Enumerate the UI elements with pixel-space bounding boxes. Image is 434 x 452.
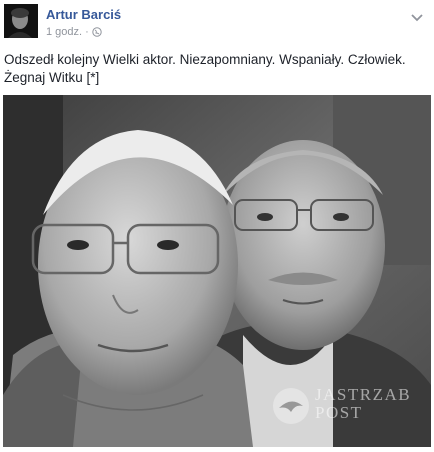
- watermark-logo-icon: [273, 388, 309, 424]
- globe-icon: [92, 27, 102, 37]
- post-header: Artur Barciś 1 godz. ·: [4, 4, 430, 42]
- watermark-line: POST: [315, 403, 363, 422]
- avatar[interactable]: [4, 4, 38, 38]
- watermark-line: JASTRZAB: [315, 385, 412, 404]
- meta-separator: ·: [85, 26, 89, 38]
- post-message-line: Żegnaj Witku [*]: [4, 70, 100, 85]
- post-meta: 1 godz. ·: [46, 26, 102, 38]
- watermark: JASTRZAB POST: [271, 384, 421, 434]
- timestamp-link[interactable]: 1 godz.: [46, 26, 82, 38]
- post-photo[interactable]: JASTRZAB POST: [3, 95, 431, 447]
- post-message: Odszedł kolejny Wielki aktor. Niezapomni…: [4, 51, 424, 87]
- chevron-down-icon[interactable]: [410, 10, 424, 22]
- facebook-post: Artur Barciś 1 godz. · Odszedł kolejny W…: [0, 0, 434, 452]
- post-message-line: Odszedł kolejny Wielki aktor. Niezapomni…: [4, 52, 406, 67]
- watermark-text: JASTRZAB POST: [315, 386, 411, 422]
- author-name-link[interactable]: Artur Barciś: [46, 7, 121, 22]
